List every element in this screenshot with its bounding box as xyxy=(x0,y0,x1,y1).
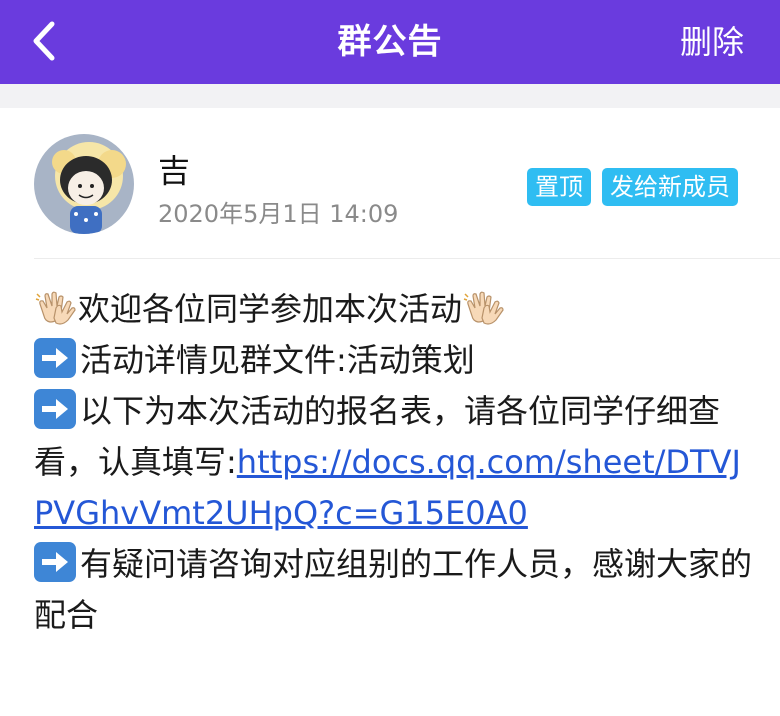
avatar[interactable] xyxy=(34,134,134,234)
avatar-image xyxy=(34,134,134,234)
divider xyxy=(34,258,780,259)
announcement-body: 欢迎各位同学参加本次活动 活动详情见群文件:活动策划 以下为本次活动的报名表，请… xyxy=(34,284,754,641)
content-line: 有疑问请咨询对应组别的工作人员，感谢大家的配合 xyxy=(34,539,754,641)
content-line: 欢迎各位同学参加本次活动 xyxy=(34,284,754,335)
content-line: 活动详情见群文件:活动策划 xyxy=(34,335,754,386)
announcement-card: 吉 2020年5月1日 14:09 置顶 发给新成员 欢迎各位同学参加本次活动 xyxy=(0,108,780,716)
clapping-hands-icon xyxy=(463,291,504,325)
content-line: 以下为本次活动的报名表，请各位同学仔细查看，认真填写:https://docs.… xyxy=(34,386,754,539)
page-title: 群公告 xyxy=(337,22,443,62)
top-bar: 群公告 删除 xyxy=(0,0,780,84)
author-name: 吉 xyxy=(158,152,191,190)
post-timestamp: 2020年5月1日 14:09 xyxy=(158,200,399,228)
send-to-new-members-tag[interactable]: 发给新成员 xyxy=(602,168,738,206)
right-arrow-icon xyxy=(34,389,76,429)
right-arrow-icon xyxy=(34,338,76,378)
pin-tag[interactable]: 置顶 xyxy=(527,168,591,206)
content-line-1: 欢迎各位同学参加本次活动 xyxy=(78,290,463,328)
clapping-hands-icon xyxy=(35,291,76,325)
content-line-4: 有疑问请咨询对应组别的工作人员，感谢大家的配合 xyxy=(34,545,753,634)
right-arrow-icon xyxy=(34,542,76,582)
content-line-2: 活动详情见群文件:活动策划 xyxy=(80,341,475,379)
section-gap xyxy=(0,84,780,108)
delete-button[interactable]: 删除 xyxy=(680,0,744,84)
